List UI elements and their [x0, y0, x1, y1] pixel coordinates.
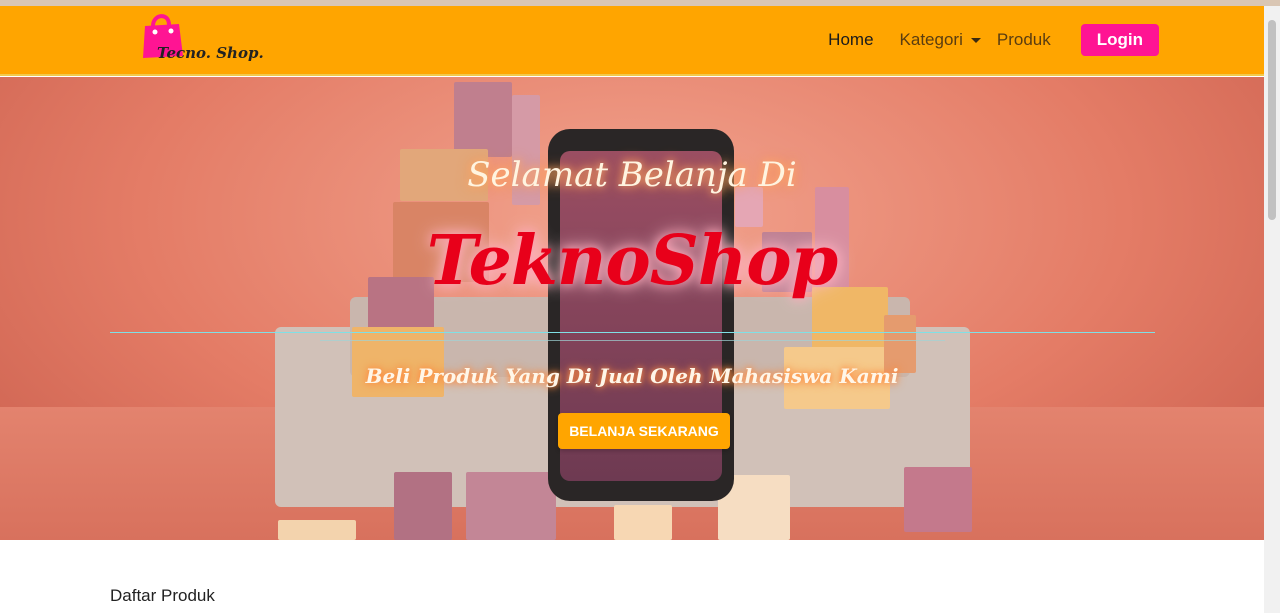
hero-box [904, 467, 972, 532]
nav-kategori-dropdown[interactable]: Kategori [900, 30, 981, 50]
nav-menu: Home Kategori Produk Login [828, 24, 1159, 56]
hero-box [454, 82, 512, 157]
caret-down-icon [970, 38, 981, 44]
hero-box [394, 472, 452, 540]
hero-box [278, 520, 356, 540]
hero-divider-secondary [320, 340, 945, 341]
shop-now-button[interactable]: BELANJA SEKARANG [558, 413, 730, 449]
navbar: Tecno. Shop. Home Kategori Produk Login [0, 6, 1264, 76]
hero-title-brand: TeknoShop [426, 221, 838, 301]
page-scrollbar[interactable] [1264, 6, 1280, 613]
hero-subtitle: Beli Produk Yang Di Jual Oleh Mahasiswa … [365, 364, 899, 388]
hero-title-line1: Selamat Belanja Di [467, 155, 797, 195]
hero-box [466, 472, 556, 540]
hero-divider [110, 332, 1155, 333]
login-button[interactable]: Login [1080, 24, 1159, 56]
product-list-heading: Daftar Produk [110, 586, 215, 605]
logo-text: Tecno. Shop. [157, 44, 264, 62]
scrollbar-thumb[interactable] [1268, 20, 1276, 220]
brand-logo[interactable]: Tecno. Shop. [135, 10, 264, 66]
hero-box [614, 505, 672, 540]
nav-produk[interactable]: Produk [997, 30, 1051, 50]
nav-home[interactable]: Home [828, 30, 873, 50]
hero-banner: Selamat Belanja Di TeknoShop Beli Produk… [0, 77, 1264, 540]
nav-kategori-label: Kategori [899, 30, 963, 49]
